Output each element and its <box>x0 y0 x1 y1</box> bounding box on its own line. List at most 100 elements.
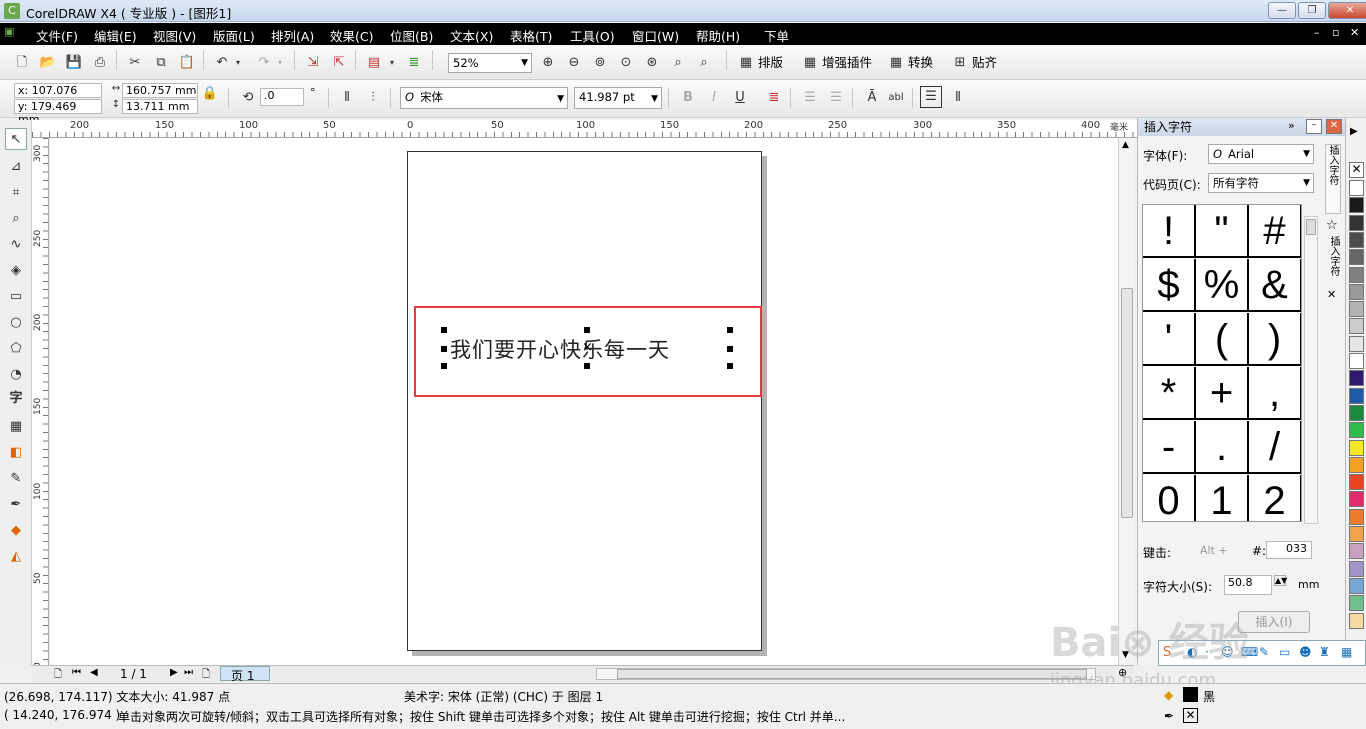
redo-icon[interactable]: ↷ <box>254 53 274 73</box>
outline-none-icon[interactable]: ✕ <box>1183 708 1198 723</box>
color-swatch[interactable] <box>1349 283 1364 300</box>
import-icon[interactable]: ⇲ <box>303 53 323 73</box>
char-cell[interactable]: + <box>1196 367 1249 420</box>
smart-fill-tool-icon[interactable]: ◈ <box>5 260 27 282</box>
close-button[interactable]: ✕ <box>1328 2 1366 19</box>
color-swatch[interactable] <box>1349 404 1364 421</box>
basic-shapes-tool-icon[interactable]: ◔ <box>5 364 27 386</box>
menu-file[interactable]: 文件(F) <box>36 26 78 45</box>
polygon-tool-icon[interactable]: ⬠ <box>5 338 27 360</box>
enhance-plugin-button[interactable]: 增强插件 <box>822 52 872 71</box>
mirror-vertical-icon[interactable]: ⫶ <box>363 88 383 108</box>
color-swatch[interactable] <box>1349 439 1364 456</box>
char-cell[interactable]: ( <box>1196 313 1249 366</box>
horizontal-ruler[interactable]: 毫米 200 150 100 50 0 50 100 150 200 250 300 350 400 <box>32 120 1137 138</box>
scroll-thumb[interactable] <box>1121 288 1133 518</box>
edit-icon[interactable]: ✎ <box>1259 645 1269 659</box>
menu-edit[interactable]: 编辑(E) <box>94 26 137 45</box>
char-cell[interactable]: ! <box>1143 205 1196 258</box>
rectangle-tool-icon[interactable]: ▭ <box>5 286 27 308</box>
next-page-icon[interactable]: ▶ <box>170 667 178 678</box>
char-cell[interactable]: , <box>1249 367 1301 420</box>
y-position-field[interactable]: y: 179.469 mm <box>14 99 102 126</box>
welcome-screen-icon[interactable]: ≣ <box>404 53 424 73</box>
rotation-angle-field[interactable]: .0 <box>260 88 304 106</box>
zoom-selected-icon[interactable]: ⊚ <box>590 53 610 73</box>
menu-tools[interactable]: 工具(O) <box>570 26 615 45</box>
last-page-icon[interactable]: ⏭ <box>184 667 193 678</box>
color-swatch[interactable] <box>1349 577 1364 594</box>
char-cell[interactable]: " <box>1196 205 1249 258</box>
drawing-canvas[interactable]: 我们要开心快乐每一天 × <box>50 138 1118 665</box>
zoom-height-icon[interactable]: ⌕ <box>694 53 714 73</box>
grid-icon[interactable]: ▦ <box>1341 645 1352 659</box>
interactive-blend-tool-icon[interactable]: ◧ <box>5 442 27 464</box>
color-swatch[interactable] <box>1349 370 1364 387</box>
minimize-button[interactable]: — <box>1268 2 1296 19</box>
interactive-fill-tool-icon[interactable]: ◭ <box>5 546 27 568</box>
prev-page-icon[interactable]: ◀ <box>90 667 98 678</box>
codepage-select[interactable]: 所有字符 ▼ <box>1208 173 1314 193</box>
zoom-level-select[interactable]: 52% ▼ <box>448 53 532 73</box>
color-swatch[interactable] <box>1349 335 1364 352</box>
document-page[interactable] <box>407 151 762 651</box>
char-grid-scrollbar[interactable] <box>1304 216 1318 524</box>
color-swatch[interactable] <box>1349 214 1364 231</box>
insert-button[interactable]: 插入(I) <box>1238 611 1310 633</box>
menu-arrange[interactable]: 排列(A) <box>271 26 314 45</box>
color-swatch[interactable] <box>1349 180 1364 196</box>
selection-handle[interactable] <box>727 363 733 369</box>
edit-text-icon[interactable]: abl <box>886 88 906 108</box>
table-tool-icon[interactable]: ▦ <box>5 416 27 438</box>
color-swatch[interactable] <box>1349 456 1364 473</box>
character-format-icon[interactable]: Ā <box>862 88 882 108</box>
bold-icon[interactable]: B <box>678 88 698 108</box>
color-swatch[interactable] <box>1349 318 1364 335</box>
application-launcher-icon[interactable]: ▤ <box>364 53 384 73</box>
character-grid[interactable]: ! " # $ % & ' ( ) * + , - . / 0 1 2 <box>1142 204 1302 522</box>
color-swatch[interactable] <box>1349 595 1364 612</box>
char-cell[interactable]: ) <box>1249 313 1301 366</box>
color-swatch[interactable] <box>1349 353 1364 369</box>
cut-icon[interactable]: ✂ <box>125 53 145 73</box>
doc-minimize-icon[interactable]: – <box>1314 26 1320 39</box>
eyedropper-tool-icon[interactable]: ✎ <box>5 468 27 490</box>
text-tool-icon[interactable]: 字 <box>5 388 27 410</box>
horizontal-scrollbar[interactable] <box>596 668 1096 680</box>
docker-tab-2[interactable]: 插入字符 <box>1325 236 1341 286</box>
close-tab-icon[interactable]: ✕ <box>1327 288 1336 301</box>
open-icon[interactable]: 📂 <box>38 53 58 73</box>
text-align-icon[interactable]: ≣ <box>764 88 784 108</box>
selection-handle[interactable] <box>727 346 733 352</box>
save-icon[interactable]: 💾 <box>64 53 84 73</box>
pick-tool-icon[interactable]: ↖ <box>5 128 27 150</box>
color-swatch[interactable] <box>1349 197 1364 214</box>
shape-tool-icon[interactable]: ⊿ <box>5 156 27 178</box>
redo-dropdown-icon[interactable]: ▾ <box>274 53 286 73</box>
outline-tool-icon[interactable]: ✒ <box>5 494 27 516</box>
docker-minimize-icon[interactable]: – <box>1306 119 1322 134</box>
fill-tool-icon[interactable]: ◆ <box>5 520 27 542</box>
height-field[interactable]: 13.711 mm <box>122 99 198 114</box>
char-cell[interactable]: / <box>1249 421 1301 474</box>
bullet-list-icon[interactable]: ☰ <box>800 88 820 108</box>
menu-text[interactable]: 文本(X) <box>450 26 493 45</box>
char-cell[interactable]: 1 <box>1196 475 1249 521</box>
char-cell[interactable]: 2 <box>1249 475 1301 521</box>
color-swatch[interactable] <box>1349 491 1364 508</box>
zoom-width-icon[interactable]: ⌕ <box>668 53 688 73</box>
char-cell[interactable]: & <box>1249 259 1301 312</box>
fill-color-swatch[interactable] <box>1183 687 1198 702</box>
menu-view[interactable]: 视图(V) <box>153 26 196 45</box>
char-cell[interactable]: $ <box>1143 259 1196 312</box>
snap-plugin-button[interactable]: 贴齐 <box>972 52 997 71</box>
scroll-up-icon[interactable]: ▲ <box>1122 140 1129 150</box>
char-cell[interactable]: * <box>1143 367 1196 420</box>
char-code-field[interactable]: 033 <box>1266 541 1312 559</box>
add-page-after-icon[interactable]: 🗋 <box>202 667 210 684</box>
char-grid-scroll-thumb[interactable] <box>1306 219 1316 235</box>
zoom-tool-icon[interactable]: ⌕ <box>5 208 27 230</box>
doc-close-icon[interactable]: ✕ <box>1350 26 1359 39</box>
menu-effects[interactable]: 效果(C) <box>330 26 373 45</box>
color-swatch[interactable] <box>1349 231 1364 248</box>
